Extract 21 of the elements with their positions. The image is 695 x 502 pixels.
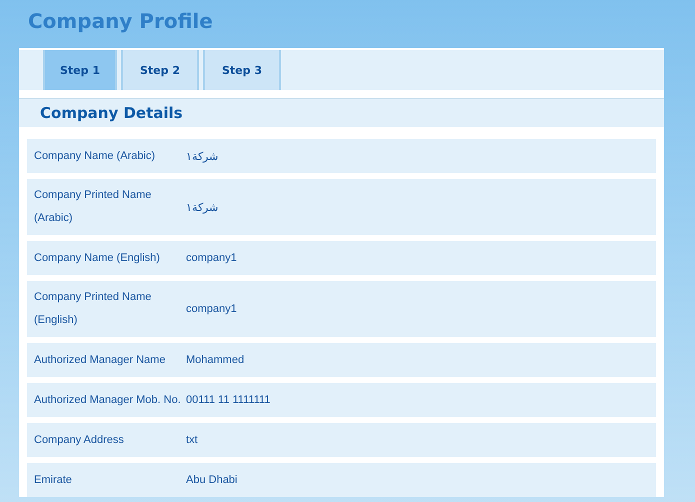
field-value: Abu Dhabi [186, 474, 238, 486]
field-value: 00111 11 1111111 [186, 394, 270, 406]
field-label: Emirate [34, 472, 73, 488]
field-value: txt [186, 434, 198, 446]
field-label: Authorized Manager Mob. No. [34, 392, 182, 408]
step-tab[interactable]: Step 3 [203, 50, 281, 90]
field-label: Authorized Manager Name [34, 352, 166, 368]
field-value: Mohammed [186, 354, 244, 366]
field-label: Company Name (English) [34, 250, 161, 266]
field-value: company1 [186, 252, 237, 264]
field-label: Company Name (Arabic) [34, 148, 156, 164]
field-label: Company Address [34, 432, 125, 448]
field-label: Company Printed Name (Arabic) [34, 188, 152, 226]
field-value: company1 [186, 303, 237, 315]
step-tab[interactable]: Step 2 [121, 50, 199, 90]
field-label: Company Printed Name (English) [34, 290, 152, 328]
page-title: Company Profile [28, 8, 214, 35]
section-title: Company Details [40, 104, 183, 122]
field-value: شركة١ [186, 150, 218, 162]
field-value: شركة١ [186, 200, 218, 214]
step-tab[interactable]: Step 1 [43, 50, 117, 90]
